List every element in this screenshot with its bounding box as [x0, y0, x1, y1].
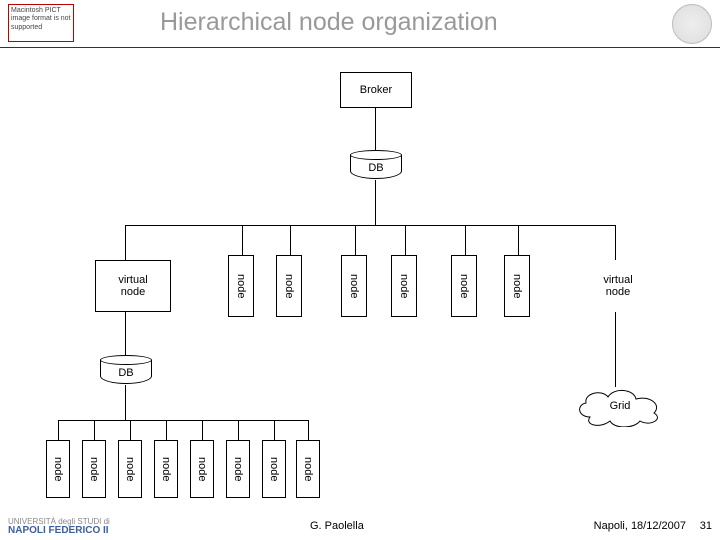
- mid-node: node: [341, 255, 367, 317]
- mid-node: node: [391, 255, 417, 317]
- university-seal-icon: [672, 4, 712, 44]
- db-top-cylinder: DB: [350, 150, 402, 179]
- university-logo: UNIVERSITÀ degli STUDI di NAPOLI FEDERIC…: [8, 518, 110, 536]
- bottom-node: node: [296, 440, 320, 498]
- bottom-node: node: [262, 440, 286, 498]
- mid-node: node: [228, 255, 254, 317]
- slide-footer: UNIVERSITÀ degli STUDI di NAPOLI FEDERIC…: [0, 508, 720, 540]
- grid-label: Grid: [610, 400, 631, 412]
- mid-node: node: [451, 255, 477, 317]
- pict-placeholder: Macintosh PICT image format is not suppo…: [8, 4, 74, 42]
- slide-header: Macintosh PICT image format is not suppo…: [0, 0, 720, 48]
- date-label: Napoli, 18/12/2007: [594, 520, 686, 532]
- bottom-node: node: [82, 440, 106, 498]
- author-label: G. Paolella: [310, 520, 364, 532]
- page-title: Hierarchical node organization: [160, 8, 498, 37]
- mid-node: node: [276, 255, 302, 317]
- db-left-cylinder: DB: [100, 355, 152, 384]
- bottom-node: node: [190, 440, 214, 498]
- broker-box: Broker: [340, 72, 412, 108]
- bottom-node: node: [118, 440, 142, 498]
- mid-node: node: [504, 255, 530, 317]
- hierarchy-diagram: Broker DB virtual node node node node no…: [0, 50, 720, 490]
- bottom-node: node: [46, 440, 70, 498]
- bottom-node: node: [154, 440, 178, 498]
- grid-cloud: Grid: [570, 385, 670, 427]
- virtual-node-right: virtual node: [580, 260, 656, 312]
- virtual-node-left: virtual node: [95, 260, 171, 312]
- page-number: 31: [700, 520, 712, 532]
- bottom-node: node: [226, 440, 250, 498]
